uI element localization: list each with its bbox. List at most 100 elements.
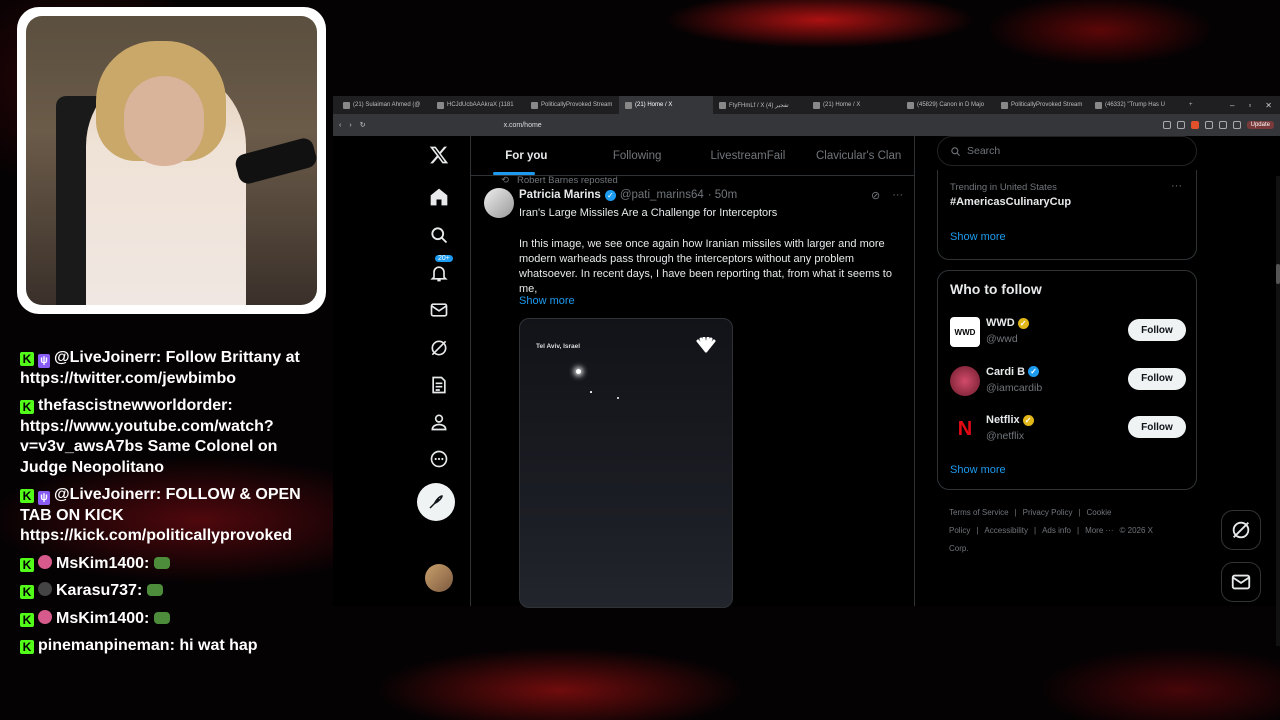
left-nav: 20+ xyxy=(410,136,470,606)
home-feed: For you Following LivestreamFail Clavicular… xyxy=(470,136,915,608)
trend-meta: Trending in United States xyxy=(950,182,1057,193)
bookmarks-icon[interactable] xyxy=(1218,121,1227,129)
footer-link[interactable]: Ads info xyxy=(1042,526,1071,535)
notifications-icon[interactable]: 20+ xyxy=(428,254,454,284)
feed-tab[interactable]: Following xyxy=(582,136,693,175)
messages-floating-icon[interactable] xyxy=(1221,562,1261,602)
search-input[interactable]: Search xyxy=(937,136,1197,166)
wallet-icon[interactable] xyxy=(1232,121,1241,129)
tab-bar: (21) Sulaiman Ahmed (@ HCJdUcbAAAkraX (11… xyxy=(333,96,1280,114)
suggestion-name-row[interactable]: Netflix ✓ xyxy=(986,414,1034,426)
profile-icon[interactable] xyxy=(428,411,450,433)
forward-icon[interactable]: › xyxy=(349,122,351,129)
follow-button[interactable]: Follow xyxy=(1128,367,1186,390)
zoom-icon[interactable] xyxy=(1162,121,1171,129)
user-avatar-icon xyxy=(38,554,52,569)
feed-tab[interactable]: Clavicular's Clan xyxy=(803,136,914,175)
grok-explain-icon[interactable]: ⊘ xyxy=(871,189,880,202)
tab-label: (21) Home / X xyxy=(823,102,861,108)
browser-tab[interactable]: (21) Home / X xyxy=(807,96,901,114)
kick-badge-icon: K xyxy=(20,489,34,503)
suggestion-avatar[interactable]: WWD xyxy=(950,317,980,347)
post-media-video[interactable]: Tel Aviv, Israel xyxy=(519,318,733,608)
follow-suggestion[interactable]: Cardi B ✓ @iamcardib Follow xyxy=(950,362,1186,402)
browser-tab[interactable]: (45829) Canon in D Majo xyxy=(901,96,995,114)
post-more-icon[interactable]: ··· xyxy=(892,189,903,202)
post-author-name[interactable]: Patricia Marins xyxy=(519,189,601,201)
shield-icon[interactable] xyxy=(1190,121,1199,129)
follow-suggestion[interactable]: N Netflix ✓ @netflix Follow xyxy=(950,410,1186,450)
grok-floating-icon[interactable] xyxy=(1221,510,1261,550)
maximize-icon[interactable]: ▫ xyxy=(1248,101,1251,110)
footer-link[interactable]: Privacy Policy xyxy=(1023,508,1073,517)
browser-tab[interactable]: PoliticallyProvoked Stream xyxy=(525,96,619,114)
follow-button[interactable]: Follow xyxy=(1128,416,1186,438)
feed-tabs: For you Following LivestreamFail Clavicular… xyxy=(471,136,914,176)
browser-tab[interactable]: (46332) "Trump Has U xyxy=(1089,96,1183,114)
extension-icon[interactable] xyxy=(1204,121,1213,129)
grok-icon[interactable] xyxy=(428,337,450,359)
home-icon[interactable] xyxy=(428,186,450,208)
post-author-avatar[interactable] xyxy=(484,188,514,218)
suggestion-name: Cardi B xyxy=(986,365,1026,378)
chat-text: hi wat hap xyxy=(174,637,258,654)
update-button[interactable]: Update xyxy=(1246,121,1274,129)
new-tab-button[interactable]: + xyxy=(1183,102,1199,108)
suggestion-avatar[interactable]: N xyxy=(950,414,980,444)
more-icon[interactable] xyxy=(428,448,450,470)
account-avatar[interactable] xyxy=(425,564,453,592)
follow-button[interactable]: Follow xyxy=(1128,319,1186,341)
messages-icon[interactable] xyxy=(428,299,450,321)
reload-icon[interactable]: ↻ xyxy=(360,121,366,129)
footer-link[interactable]: Accessibility xyxy=(984,526,1028,535)
verified-badge-icon: ✓ xyxy=(1028,366,1040,377)
suggestion-avatar[interactable] xyxy=(950,365,980,396)
scrollbar-thumb[interactable] xyxy=(1276,264,1280,284)
footer-separator: | xyxy=(976,526,979,535)
tab-label: (46332) "Trump Has U xyxy=(1105,102,1165,108)
trends-show-more-link[interactable]: Show more xyxy=(950,231,1006,243)
suggestion-name-row[interactable]: Cardi B ✓ xyxy=(986,365,1040,378)
kick-badge-icon: K xyxy=(20,352,34,366)
back-icon[interactable]: ‹ xyxy=(339,122,341,129)
footer-separator: | xyxy=(1076,526,1080,535)
post-time[interactable]: · 50m xyxy=(708,189,737,201)
browser-tab[interactable]: (21) Sulaiman Ahmed (@ xyxy=(337,96,431,114)
suggestion-name-row[interactable]: WWD ✓ xyxy=(986,317,1029,329)
footer-link[interactable]: More ··· xyxy=(1085,526,1113,535)
url-field[interactable]: x.com/home xyxy=(494,117,914,133)
minimize-icon[interactable]: – xyxy=(1230,101,1234,110)
compose-post-button[interactable] xyxy=(417,483,455,521)
repost-indicator: ⟲ Robert Barnes reposted xyxy=(501,175,618,186)
chat-username: MsKim1400: xyxy=(56,609,150,627)
who-to-follow-show-more-link[interactable]: Show more xyxy=(950,464,1006,476)
feed-tab[interactable]: LivestreamFail xyxy=(693,136,804,175)
tab-label: (45829) Canon in D Majo xyxy=(917,102,985,108)
tab-favicon-icon xyxy=(1095,101,1102,109)
trend-item[interactable]: #AmericasCulinaryCup xyxy=(950,196,1071,208)
kick-badge-icon: K xyxy=(20,585,34,599)
post-author-handle[interactable]: @pati_marins64 xyxy=(620,189,704,201)
browser-tab[interactable]: PoliticallyProvoked Stream xyxy=(995,96,1089,114)
footer-link[interactable]: Terms of Service xyxy=(949,508,1009,517)
trend-more-icon[interactable]: ··· xyxy=(1171,180,1182,192)
browser-tab[interactable]: HCJdUcbAAAkraX (1181 xyxy=(431,96,525,114)
mod-badge-icon: ψ xyxy=(38,491,50,505)
browser-tab[interactable]: (21) Home / X xyxy=(619,96,713,114)
search-icon[interactable] xyxy=(428,224,450,246)
post-show-more-link[interactable]: Show more xyxy=(519,295,575,307)
verified-badge-icon: ✓ xyxy=(1017,317,1029,329)
share-icon[interactable] xyxy=(1176,121,1185,129)
tab-label: PoliticallyProvoked Stream xyxy=(1011,102,1083,108)
articles-icon[interactable] xyxy=(428,374,450,396)
feed-tab[interactable]: For you xyxy=(471,136,582,175)
feather-icon xyxy=(429,495,443,509)
microphone xyxy=(233,136,317,186)
follow-suggestion[interactable]: WWD WWD ✓ @wwd Follow xyxy=(950,313,1186,353)
page-scrollbar[interactable] xyxy=(1276,176,1280,646)
webcam-video xyxy=(26,16,317,305)
x-logo-icon[interactable] xyxy=(428,144,450,166)
close-icon[interactable]: ✕ xyxy=(1265,101,1272,110)
chat-message: K MsKim1400: xyxy=(20,609,320,630)
browser-tab[interactable]: FtyFHmLf / X تفجير (4) xyxy=(713,96,807,114)
